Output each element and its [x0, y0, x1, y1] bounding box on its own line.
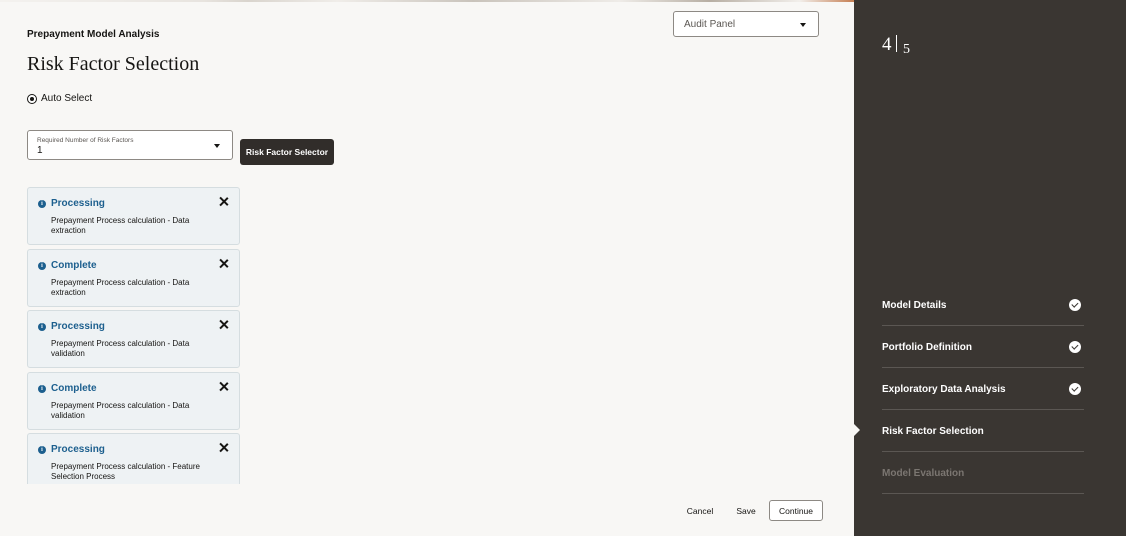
- close-icon[interactable]: [219, 443, 229, 453]
- radio-selected-icon[interactable]: [27, 93, 37, 104]
- auto-select-radio-option[interactable]: Auto Select: [27, 93, 92, 104]
- step-navigation: Model Details Portfolio Definition Explo…: [882, 284, 1084, 494]
- sidebar-item-portfolio-definition[interactable]: Portfolio Definition: [882, 326, 1084, 368]
- close-icon[interactable]: [219, 382, 229, 392]
- chevron-down-icon: [214, 144, 220, 148]
- active-step-pointer-icon: [854, 424, 860, 436]
- audit-panel-dropdown[interactable]: Audit Panel: [673, 11, 819, 37]
- message-detail: Prepayment Process calculation - Data va…: [51, 400, 190, 420]
- message-card: i Processing Prepayment Process calculat…: [27, 310, 240, 368]
- info-icon: i: [38, 446, 46, 454]
- sidebar-item-label: Risk Factor Selection: [882, 426, 984, 437]
- info-icon: i: [38, 384, 46, 393]
- audit-panel-label: Audit Panel: [684, 19, 736, 30]
- info-icon: i: [38, 261, 46, 270]
- sidebar-item-exploratory-data-analysis[interactable]: Exploratory Data Analysis: [882, 368, 1084, 410]
- message-list[interactable]: i Processing Prepayment Process calculat…: [27, 187, 240, 484]
- message-detail: Prepayment Process calculation - Data ex…: [51, 216, 190, 235]
- close-icon[interactable]: [219, 320, 229, 330]
- risk-factor-count-label: Required Number of Risk Factors: [37, 137, 134, 144]
- sidebar-item-risk-factor-selection[interactable]: Risk Factor Selection: [882, 410, 1084, 452]
- sidebar-item-label: Model Details: [882, 300, 947, 311]
- message-title: Complete: [51, 382, 97, 394]
- risk-factor-count-select[interactable]: Required Number of Risk Factors 1: [27, 130, 233, 160]
- message-title: Processing: [51, 444, 105, 455]
- chevron-down-icon: [800, 23, 806, 27]
- auto-select-label: Auto Select: [41, 93, 93, 104]
- sidebar-item-label: Model Evaluation: [882, 468, 965, 479]
- close-icon[interactable]: [219, 197, 229, 207]
- message-card: i Processing Prepayment Process calculat…: [27, 433, 240, 484]
- page-subtitle: Prepayment Model Analysis: [27, 29, 160, 40]
- sidebar-item-model-evaluation: Model Evaluation: [882, 452, 1084, 494]
- cancel-button[interactable]: Cancel: [679, 500, 721, 521]
- message-title: Processing: [51, 198, 105, 209]
- message-title: Processing: [51, 321, 105, 332]
- continue-button[interactable]: Continue: [769, 500, 823, 521]
- train-sidebar: 4 5 Model Details Portfolio Definition E…: [854, 0, 1126, 536]
- info-icon: i: [38, 200, 46, 208]
- message-detail: Prepayment Process calculation - Data va…: [51, 339, 190, 358]
- check-circle-icon: [1069, 341, 1081, 353]
- sidebar-item-label: Exploratory Data Analysis: [882, 384, 1006, 395]
- current-step-number: 4: [882, 34, 892, 55]
- total-steps-number: 5: [903, 42, 910, 57]
- info-icon: i: [38, 323, 46, 331]
- sidebar-item-model-details[interactable]: Model Details: [882, 284, 1084, 326]
- close-icon[interactable]: [219, 259, 229, 269]
- message-detail: Prepayment Process calculation - Data ex…: [51, 277, 190, 297]
- risk-factor-count-value: 1: [37, 145, 43, 156]
- main-content: Prepayment Model Analysis Risk Factor Se…: [0, 0, 854, 536]
- message-card: i Processing Prepayment Process calculat…: [27, 187, 240, 245]
- message-card: i Complete Prepayment Process calculatio…: [27, 371, 240, 430]
- check-circle-icon: [1069, 299, 1081, 311]
- page-title: Risk Factor Selection: [27, 53, 200, 75]
- save-button[interactable]: Save: [730, 500, 762, 521]
- step-divider: [896, 35, 897, 52]
- sidebar-item-label: Portfolio Definition: [882, 342, 972, 353]
- check-circle-icon: [1069, 383, 1081, 395]
- message-title: Complete: [51, 259, 97, 271]
- message-detail: Prepayment Process calculation - Feature…: [51, 462, 200, 481]
- risk-factor-selector-button[interactable]: Risk Factor Selector: [240, 139, 334, 165]
- message-card: i Complete Prepayment Process calculatio…: [27, 248, 240, 307]
